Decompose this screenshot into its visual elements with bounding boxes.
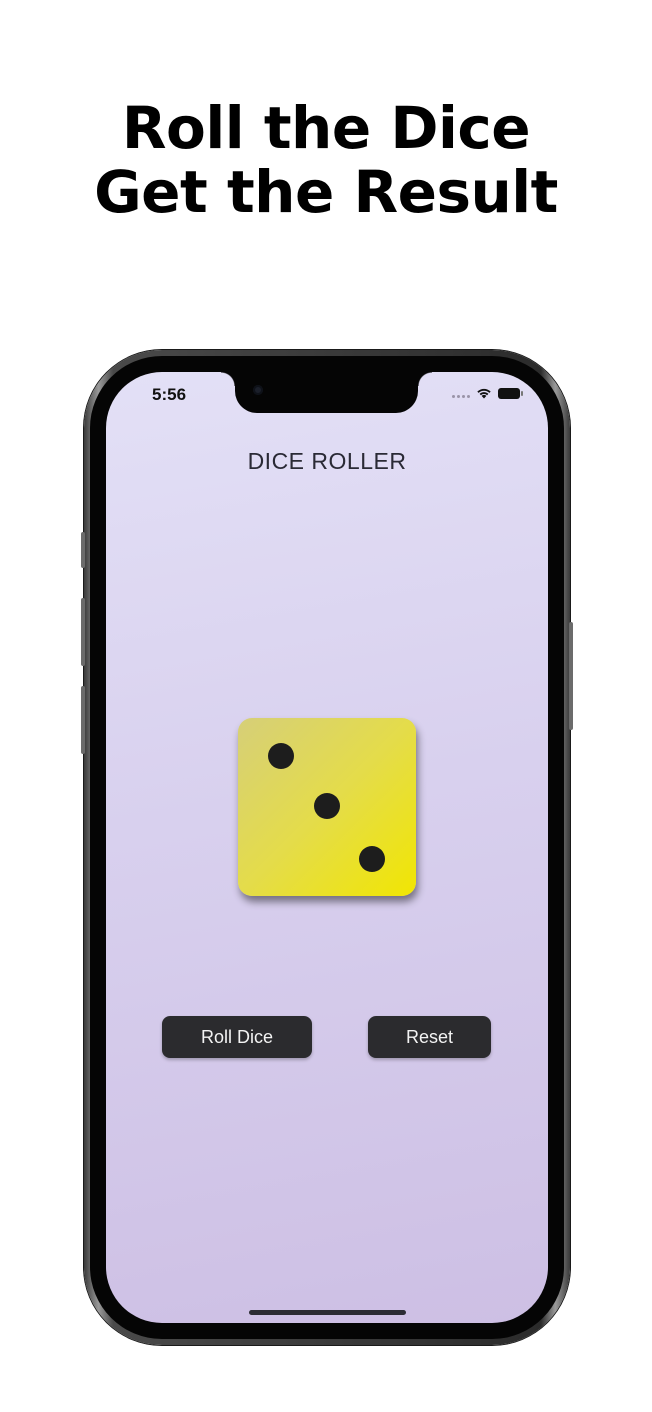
promo-headline: Roll the Dice Get the Result xyxy=(0,96,652,224)
signal-dots-icon xyxy=(452,388,470,398)
silent-switch xyxy=(81,532,85,568)
camera-icon xyxy=(253,385,263,395)
power-button xyxy=(569,622,573,730)
headline-line-1: Roll the Dice xyxy=(121,94,531,162)
app-title: DICE ROLLER xyxy=(247,448,407,474)
dice-pip-top-left xyxy=(268,743,294,769)
roll-dice-button[interactable]: Roll Dice xyxy=(162,1016,312,1058)
notch xyxy=(221,372,432,413)
app-screen: 5:56 DICE ROLLER Roll Dice Reset xyxy=(106,372,548,1323)
volume-up-button xyxy=(81,598,85,666)
battery-icon xyxy=(498,387,523,399)
dice-pip-center xyxy=(314,793,340,819)
promo-page: Roll the Dice Get the Result 5:56 DICE R… xyxy=(0,0,652,1412)
wifi-icon xyxy=(477,388,491,399)
home-indicator[interactable] xyxy=(249,1310,406,1315)
headline-line-2: Get the Result xyxy=(94,158,558,226)
volume-down-button xyxy=(81,686,85,754)
phone-frame: 5:56 DICE ROLLER Roll Dice Reset xyxy=(81,350,573,1345)
status-icons xyxy=(452,387,523,399)
dice-pip-bottom-right xyxy=(359,846,385,872)
dice-face[interactable] xyxy=(238,718,416,896)
status-time: 5:56 xyxy=(152,385,187,404)
reset-button[interactable]: Reset xyxy=(368,1016,491,1058)
